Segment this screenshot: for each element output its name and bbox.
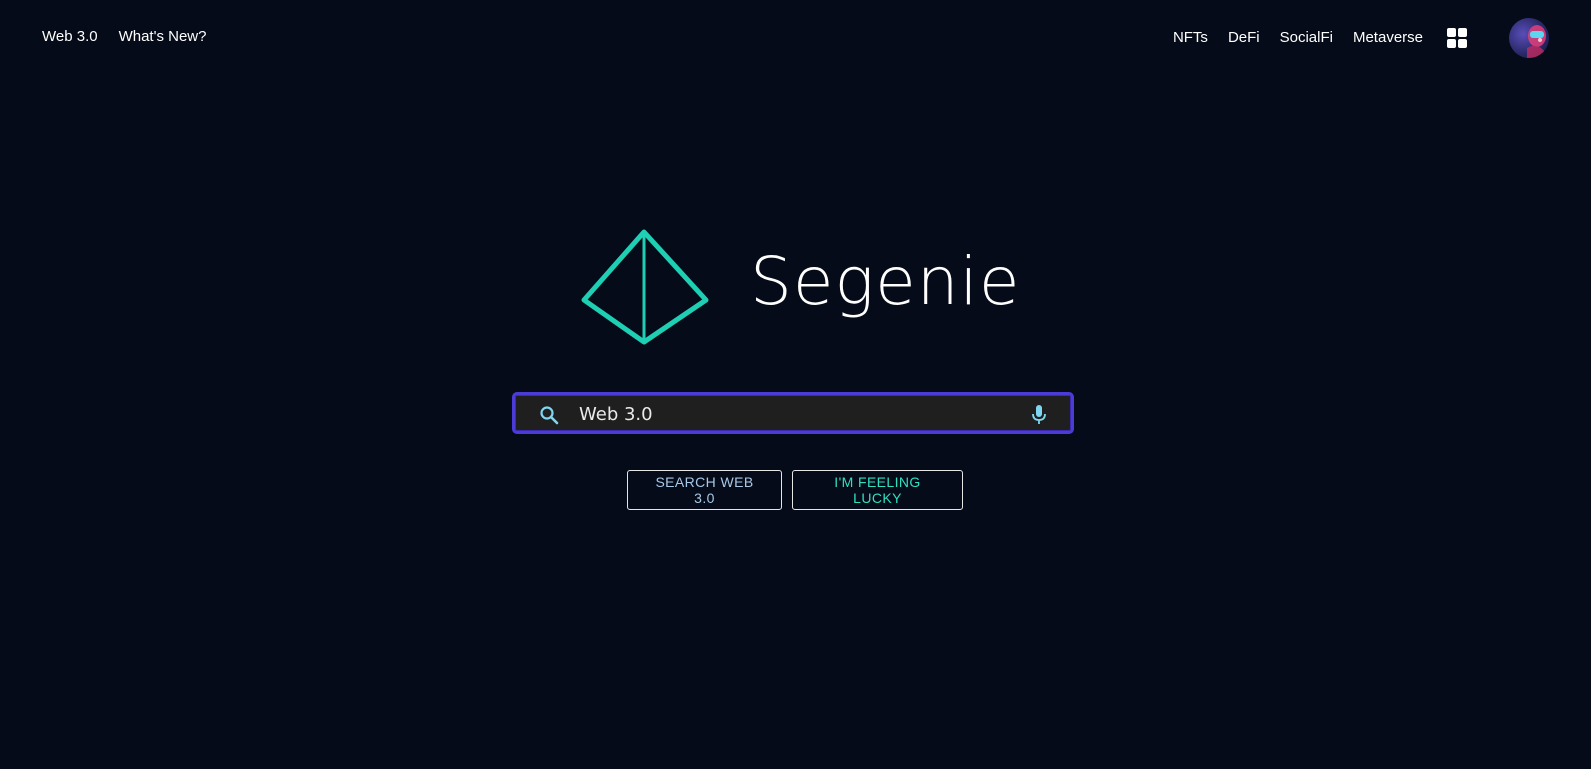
logo-text: Segenie bbox=[750, 243, 1021, 320]
top-navigation: Web 3.0 What's New? NFTs DeFi SocialFi M… bbox=[0, 0, 1591, 76]
feeling-lucky-button[interactable]: I'M FEELING LUCKY bbox=[792, 470, 963, 510]
pyramid-logo-icon bbox=[581, 229, 709, 345]
nav-left: Web 3.0 What's New? bbox=[42, 27, 206, 47]
search-input[interactable] bbox=[579, 401, 1009, 427]
user-avatar[interactable] bbox=[1509, 18, 1549, 58]
nav-link-whats-new[interactable]: What's New? bbox=[119, 27, 207, 47]
nav-right: NFTs DeFi SocialFi Metaverse bbox=[1173, 18, 1549, 58]
segenie-logo: Segenie bbox=[580, 228, 1020, 346]
nav-link-socialfi[interactable]: SocialFi bbox=[1280, 28, 1333, 48]
microphone-icon[interactable] bbox=[1031, 404, 1047, 431]
search-buttons: SEARCH WEB 3.0 I'M FEELING LUCKY bbox=[627, 470, 963, 510]
nav-link-metaverse[interactable]: Metaverse bbox=[1353, 28, 1423, 48]
search-web3-button[interactable]: SEARCH WEB 3.0 bbox=[627, 470, 782, 510]
nav-link-web3[interactable]: Web 3.0 bbox=[42, 27, 98, 47]
search-bar bbox=[512, 392, 1074, 434]
nav-link-nfts[interactable]: NFTs bbox=[1173, 28, 1208, 48]
search-icon bbox=[539, 405, 559, 430]
nav-link-defi[interactable]: DeFi bbox=[1228, 28, 1260, 48]
grid-apps-icon[interactable] bbox=[1447, 28, 1467, 48]
